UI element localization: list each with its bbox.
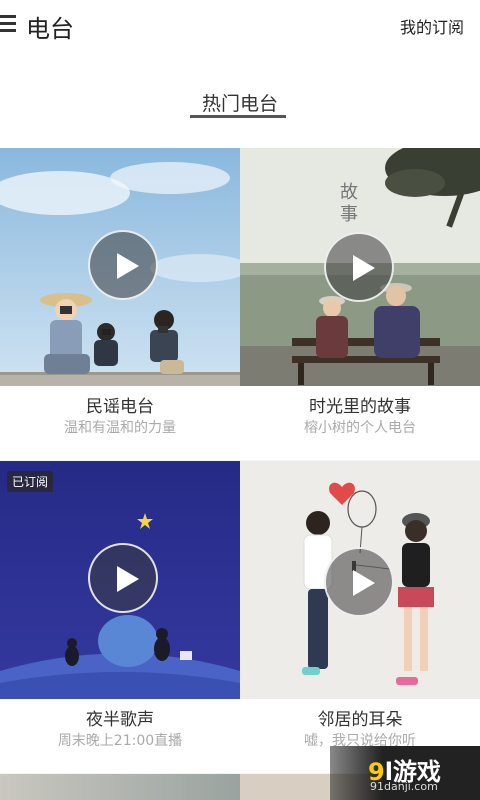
- station-card-stories[interactable]: 故事 时光里的故事 榕小树的个人电台: [240, 148, 480, 460]
- section-title: 热门电台: [201, 93, 278, 115]
- watermark-url: 91danji.com: [370, 780, 438, 793]
- station-name: 邻居的耳朵: [317, 710, 403, 730]
- play-icon: [353, 570, 375, 596]
- station-description: 榕小树的个人电台: [304, 420, 416, 436]
- top-bar: 电台 我的订阅: [0, 0, 480, 52]
- station-card-night-songs[interactable]: 已订阅 夜半歌声 周末晚上21:00直播: [0, 461, 240, 773]
- next-card-peek: [0, 774, 240, 800]
- station-cover: [0, 148, 240, 386]
- hot-stations-header: 热门电台: [0, 52, 480, 148]
- app-screen: 电台 我的订阅 热门电台 民谣电台 温和有温和的力量 故事 时光里的故事 榕小树…: [0, 0, 480, 800]
- station-description: 温和有温和的力量: [64, 420, 176, 436]
- station-card-folk[interactable]: 民谣电台 温和有温和的力量: [0, 148, 240, 460]
- play-button[interactable]: [88, 543, 158, 613]
- station-cover: 已订阅: [0, 461, 240, 699]
- watermark-logo: 9l游戏 91danji.com: [330, 746, 480, 800]
- play-button[interactable]: [324, 232, 394, 302]
- play-icon: [117, 566, 139, 592]
- cover-title-text: 故事: [340, 182, 358, 225]
- play-icon: [353, 255, 375, 281]
- page-title: 电台: [26, 15, 74, 43]
- section-underline: [190, 115, 286, 118]
- station-name: 时光里的故事: [309, 397, 411, 417]
- station-card-neighbor-ears[interactable]: 邻居的耳朵 嘘，我只说给你听: [240, 461, 480, 773]
- station-name: 民谣电台: [86, 397, 154, 417]
- station-description: 周末晚上21:00直播: [57, 733, 183, 749]
- subscribed-badge: 已订阅: [7, 471, 54, 492]
- station-cover: [240, 461, 480, 699]
- play-icon: [117, 253, 139, 279]
- my-subscriptions-link[interactable]: 我的订阅: [400, 14, 464, 38]
- station-name: 夜半歌声: [86, 710, 154, 730]
- menu-icon[interactable]: [0, 15, 16, 33]
- play-button[interactable]: [88, 230, 158, 300]
- play-button[interactable]: [324, 547, 394, 617]
- station-cover: 故事: [240, 148, 480, 386]
